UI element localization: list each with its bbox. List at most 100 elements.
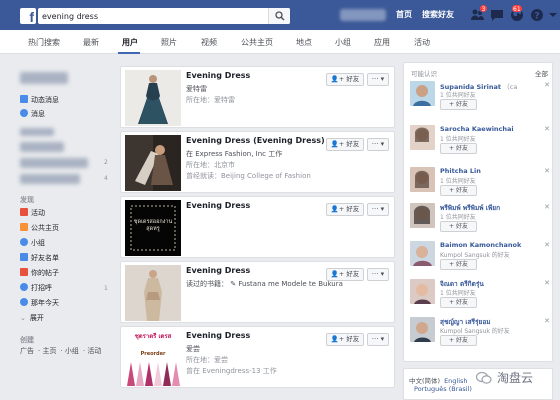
result-photo[interactable]: ชุดราตรี เดรส Preorder xyxy=(125,330,181,386)
shortcut-blurred[interactable] xyxy=(20,158,88,168)
search-input[interactable] xyxy=(38,8,258,24)
find-friends-link[interactable]: 搜索好友 xyxy=(422,9,454,20)
result-photo[interactable] xyxy=(125,70,181,126)
close-icon[interactable]: ✕ xyxy=(544,125,550,133)
sidebar-item-pokes[interactable]: 打招呼 xyxy=(20,283,52,294)
mutual-friends: 1 位共同好友 xyxy=(440,214,476,221)
language-current: 中文(简体) English xyxy=(409,377,468,385)
create-page-link[interactable]: 主页 xyxy=(42,347,56,355)
close-icon[interactable]: ✕ xyxy=(544,279,550,287)
language-portuguese-link[interactable]: Português (Brasil) xyxy=(414,385,472,393)
sidebar-item-label: 公共主页 xyxy=(31,224,59,232)
suggestion-name[interactable]: Phitcha Lin xyxy=(440,167,481,175)
add-friend-button[interactable]: 👤+ 好友 xyxy=(326,268,364,281)
create-group-link[interactable]: 小组 xyxy=(65,347,79,355)
facebook-logo-icon[interactable]: f xyxy=(20,8,36,24)
avatar[interactable] xyxy=(410,125,435,150)
sidebar-item-news-feed[interactable]: 动态消息 xyxy=(20,95,59,106)
more-options-button[interactable]: ··· ▾ xyxy=(367,138,389,151)
add-friend-button[interactable]: + 好友 xyxy=(440,297,477,308)
more-options-button[interactable]: ··· ▾ xyxy=(367,333,389,346)
tab-latest[interactable]: 最新 xyxy=(83,37,99,48)
avatar[interactable] xyxy=(410,241,435,266)
add-friend-button[interactable]: 👤+ 好友 xyxy=(326,333,364,346)
tab-apps[interactable]: 应用 xyxy=(374,37,390,48)
create-event-link[interactable]: 活动 xyxy=(87,347,101,355)
result-name[interactable]: Evening Dress xyxy=(186,71,250,80)
tab-events[interactable]: 活动 xyxy=(414,37,430,48)
poke-icon xyxy=(20,283,28,291)
result-name[interactable]: Evening Dress (Evening Dress) xyxy=(186,136,325,145)
shortcuts-heading-blurred xyxy=(20,128,54,136)
add-friend-button[interactable]: + 好友 xyxy=(440,259,477,270)
avatar[interactable] xyxy=(410,81,435,106)
close-icon[interactable]: ✕ xyxy=(544,317,550,325)
tab-photos[interactable]: 照片 xyxy=(161,37,177,48)
add-friend-button[interactable]: + 好友 xyxy=(440,221,477,232)
avatar[interactable] xyxy=(410,279,435,304)
friend-requests-badge: 3 xyxy=(479,4,488,13)
more-options-button[interactable]: ··· ▾ xyxy=(367,203,389,216)
suggestion-item: Sarocha Kaewinchai 1 位共同好友 + 好友 ✕ xyxy=(410,125,550,159)
close-icon[interactable]: ✕ xyxy=(544,167,550,175)
tab-places[interactable]: 地点 xyxy=(296,37,312,48)
sidebar-see-more[interactable]: ⌄ 展开 xyxy=(20,313,44,324)
account-menu-icon[interactable] xyxy=(546,8,560,22)
add-friend-icon: 👤 xyxy=(330,75,339,83)
result-card: ชุดราตรี เดรส Preorder Evening Dress 爱尝 … xyxy=(120,326,395,388)
suggestion-item: Baimon Kamonchanok Kumpol Sangsuk 的好友 + … xyxy=(410,241,550,275)
flag-icon xyxy=(20,223,28,231)
sidebar-item-pages[interactable]: 公共主页 xyxy=(20,223,59,234)
more-options-button[interactable]: ··· ▾ xyxy=(367,268,389,281)
avatar[interactable] xyxy=(410,317,435,342)
tab-top[interactable]: 热门搜索 xyxy=(28,37,60,48)
add-friend-button[interactable]: 👤+ 好友 xyxy=(326,138,364,151)
add-friend-button[interactable]: + 好友 xyxy=(440,185,477,196)
tab-videos[interactable]: 视频 xyxy=(201,37,217,48)
result-name[interactable]: Evening Dress xyxy=(186,266,250,275)
add-friend-button[interactable]: + 好友 xyxy=(440,143,477,154)
create-ad-link[interactable]: 广告 xyxy=(20,347,34,355)
sidebar-item-friend-lists[interactable]: 好友名单 xyxy=(20,253,59,264)
avatar[interactable] xyxy=(410,203,435,228)
result-name[interactable]: Evening Dress xyxy=(186,331,250,340)
add-friend-button[interactable]: 👤+ 好友 xyxy=(326,73,364,86)
add-friend-button[interactable]: + 好友 xyxy=(440,335,477,346)
suggestion-name[interactable]: Sarocha Kaewinchai xyxy=(440,125,514,133)
suggestion-name[interactable]: Baimon Kamonchanok xyxy=(440,241,521,249)
profile-shortcut-blurred[interactable] xyxy=(20,72,68,84)
close-icon[interactable]: ✕ xyxy=(544,203,550,211)
tab-pages[interactable]: 公共主页 xyxy=(241,37,273,48)
add-friend-button[interactable]: 👤+ 好友 xyxy=(326,203,364,216)
more-options-button[interactable]: ··· ▾ xyxy=(367,73,389,86)
help-icon[interactable]: ? xyxy=(530,8,544,22)
close-icon[interactable]: ✕ xyxy=(544,81,550,89)
search-button[interactable] xyxy=(268,8,290,24)
avatar[interactable] xyxy=(410,167,435,192)
messages-icon[interactable] xyxy=(490,8,504,22)
sidebar-item-messages[interactable]: 消息 xyxy=(20,109,45,120)
see-all-link[interactable]: 全部 xyxy=(535,68,548,78)
sidebar-item-on-this-day[interactable]: 那年今天 xyxy=(20,298,59,309)
friends-list-icon xyxy=(20,253,28,261)
tab-people[interactable]: 用户 xyxy=(122,37,138,48)
sidebar-item-label: 消息 xyxy=(31,110,45,118)
profile-link-blurred[interactable] xyxy=(340,9,386,21)
add-friend-button[interactable]: + 好友 xyxy=(440,99,477,110)
shortcut-blurred[interactable] xyxy=(20,142,64,152)
shortcut-blurred[interactable] xyxy=(20,174,80,184)
tab-groups[interactable]: 小组 xyxy=(335,37,351,48)
sidebar-item-your-posts[interactable]: 你的帖子 xyxy=(20,268,59,279)
mutual-friends: 1 位共同好友 xyxy=(440,92,476,99)
sidebar-item-groups[interactable]: 小组 xyxy=(20,238,45,249)
close-icon[interactable]: ✕ xyxy=(544,241,550,249)
home-link[interactable]: 首页 xyxy=(396,9,412,20)
result-name[interactable]: Evening Dress xyxy=(186,201,250,210)
result-photo[interactable] xyxy=(125,135,181,191)
result-photo[interactable] xyxy=(125,265,181,321)
sidebar-item-events[interactable]: 活动 xyxy=(20,208,45,219)
result-photo[interactable]: ชุดเดรสออกงานสุดหรู xyxy=(125,200,181,256)
result-card: Evening Dress (Evening Dress) 在 Express … xyxy=(120,131,395,193)
chevron-down-icon: ⌄ xyxy=(20,314,26,322)
language-english-link[interactable]: English xyxy=(444,377,467,385)
